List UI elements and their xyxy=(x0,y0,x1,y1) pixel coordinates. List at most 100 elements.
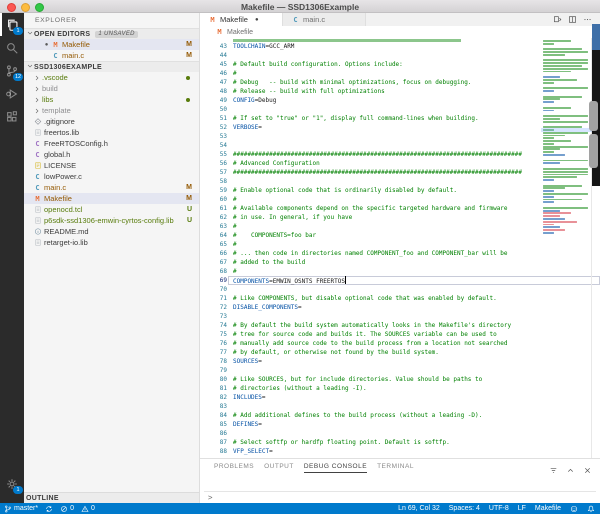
code-line-68[interactable]: 68 # xyxy=(200,267,600,276)
bell-icon[interactable] xyxy=(587,505,595,513)
code-line-57[interactable]: 57 ######################################… xyxy=(200,168,600,177)
tree-folder-build[interactable]: build xyxy=(24,83,199,94)
code-line-64[interactable]: 64 # COMPONENTS=foo bar xyxy=(200,231,600,240)
tab-main.c[interactable]: Cmain.c xyxy=(283,13,366,26)
code-line-82[interactable]: 82 INCLUDES= xyxy=(200,393,600,402)
code-line-88[interactable]: 88 VFP_SELECT= xyxy=(200,447,600,456)
code-line-59[interactable]: 59 # Enable optional code that is ordinar… xyxy=(200,186,600,195)
code-line-56[interactable]: 56 # Advanced Configuration xyxy=(200,159,600,168)
code-line-67[interactable]: 67 # added to the build xyxy=(200,258,600,267)
panel-tab-output[interactable]: OUTPUT xyxy=(264,463,294,473)
breadcrumb[interactable]: M Makefile xyxy=(200,26,600,38)
code-line-85[interactable]: 85 DEFINES= xyxy=(200,420,600,429)
activity-debug-button[interactable] xyxy=(0,82,24,105)
tab-Makefile[interactable]: M Makefile ● xyxy=(200,13,283,26)
panel-tab-terminal[interactable]: TERMINAL xyxy=(377,463,414,473)
chevup-icon[interactable] xyxy=(566,462,575,480)
open-editor-item-Makefile[interactable]: ● M Makefile M xyxy=(24,39,199,50)
code-editor[interactable]: 43 TOOLCHAIN=GCC_ARM 44 45 # Default build c… xyxy=(200,38,600,471)
tree-file-.gitignore[interactable]: .gitignore xyxy=(24,116,199,127)
code-line-74[interactable]: 74 # By default the build system automati… xyxy=(200,321,600,330)
activity-search-button[interactable] xyxy=(0,36,24,59)
code-line-75[interactable]: 75 # tree for source code and builds it. … xyxy=(200,330,600,339)
status-spaces[interactable]: Spaces: 4 xyxy=(449,505,480,512)
tree-file-Makefile[interactable]: M Makefile M xyxy=(24,193,199,204)
status-branch[interactable]: master* xyxy=(4,505,38,513)
code-line-65[interactable]: 65 # xyxy=(200,240,600,249)
activity-manage-button[interactable]: 1 xyxy=(0,472,24,495)
code-line-53[interactable]: 53 xyxy=(200,132,600,141)
code-line-78[interactable]: 78 SOURCES= xyxy=(200,357,600,366)
code-line-79[interactable]: 79 xyxy=(200,366,600,375)
code-line-58[interactable]: 58 xyxy=(200,177,600,186)
code-line-69[interactable]: 69 COMPONENTS=EMWIN_OSNTS FREERTOS xyxy=(200,276,600,285)
code-line-47[interactable]: 47 # Debug -- build with minimal optimiza… xyxy=(200,78,600,87)
open-editors-header[interactable]: OPEN EDITORS 1 UNSAVED xyxy=(24,28,199,39)
code-line-54[interactable]: 54 xyxy=(200,141,600,150)
code-line-66[interactable]: 66 # ... then code in directories named C… xyxy=(200,249,600,258)
code-line-80[interactable]: 80 # Like SOURCES, but for include direct… xyxy=(200,375,600,384)
code-line-55[interactable]: 55 ######################################… xyxy=(200,150,600,159)
tree-file-LICENSE[interactable]: LICENSE xyxy=(24,160,199,171)
tree-folder-template[interactable]: template xyxy=(24,105,199,116)
tree-file-FreeRTOSConfig.h[interactable]: C FreeRTOSConfig.h xyxy=(24,138,199,149)
status-utf-8[interactable]: UTF-8 xyxy=(489,505,509,512)
status-makefile[interactable]: Makefile xyxy=(535,505,561,512)
status-warn[interactable]: 0 xyxy=(81,505,95,513)
code-line-51[interactable]: 51 # If set to "true" or "1", display ful… xyxy=(200,114,600,123)
outline-header[interactable]: OUTLINE xyxy=(24,492,199,503)
code-line-44[interactable]: 44 xyxy=(200,51,600,60)
code-line-52[interactable]: 52 VERBOSE= xyxy=(200,123,600,132)
tree-file-retarget-io.lib[interactable]: retarget-io.lib xyxy=(24,237,199,248)
panel-tab-problems[interactable]: PROBLEMS xyxy=(214,463,254,473)
code-line-73[interactable]: 73 xyxy=(200,312,600,321)
code-line-83[interactable]: 83 xyxy=(200,402,600,411)
code-line-71[interactable]: 71 # Like COMPONENTS, but disable optiona… xyxy=(200,294,600,303)
code-line-63[interactable]: 63 # xyxy=(200,222,600,231)
code-line-87[interactable]: 87 # Select softfp or hardfp floating poi… xyxy=(200,438,600,447)
line-number: 62 xyxy=(219,214,227,221)
tree-file-freertos.lib[interactable]: freertos.lib xyxy=(24,127,199,138)
activity-explorer-button[interactable]: 1 xyxy=(0,13,24,36)
code-line-84[interactable]: 84 # Add additional defines to the build … xyxy=(200,411,600,420)
tree-folder-libs[interactable]: libs xyxy=(24,94,199,105)
open-editor-item-main.c[interactable]: Cmain.c M xyxy=(24,50,199,61)
code-line-50[interactable]: 50 xyxy=(200,105,600,114)
code-line-76[interactable]: 76 # manually add source code to the buil… xyxy=(200,339,600,348)
code-line-61[interactable]: 61 # Available components depend on the s… xyxy=(200,204,600,213)
activity-extensions-button[interactable] xyxy=(0,105,24,128)
code-line-60[interactable]: 60 # xyxy=(200,195,600,204)
smiley-icon[interactable] xyxy=(570,505,578,513)
tree-file-lowPower.c[interactable]: ClowPower.c xyxy=(24,171,199,182)
close-icon[interactable] xyxy=(583,462,592,480)
tree-file-global.h[interactable]: Cglobal.h xyxy=(24,149,199,160)
tree-file-p6sdk-ssd1306-emwin-cyrtos-config.lib[interactable]: p6sdk-ssd1306-emwin-cyrtos-config.lib U xyxy=(24,215,199,226)
tree-file-openocd.tcl[interactable]: openocd.tcl U xyxy=(24,204,199,215)
folder-section-header[interactable]: SSD1306EXAMPLE xyxy=(24,61,199,72)
code-line-43[interactable]: 43 TOOLCHAIN=GCC_ARM xyxy=(200,42,600,51)
panel-tab-debug-console[interactable]: DEBUG CONSOLE xyxy=(303,463,368,473)
filter-icon[interactable] xyxy=(549,462,558,480)
status-ln-69[interactable]: Ln 69, Col 32 xyxy=(398,505,440,512)
editor-scrollbar-track[interactable] xyxy=(591,38,592,471)
code-line-46[interactable]: 46 # xyxy=(200,69,600,78)
status-sync[interactable] xyxy=(45,505,53,513)
tree-file-README.md[interactable]: README.md xyxy=(24,226,199,237)
status-lf[interactable]: LF xyxy=(518,505,526,512)
folder-name: .vscode xyxy=(42,73,68,82)
minimap[interactable] xyxy=(541,40,592,235)
code-line-77[interactable]: 77 # by default, or otherwise not found b… xyxy=(200,348,600,357)
status-error[interactable]: 0 xyxy=(60,505,74,513)
code-line-62[interactable]: 62 # in use. In general, if you have xyxy=(200,213,600,222)
code-line-86[interactable]: 86 xyxy=(200,429,600,438)
code-line-48[interactable]: 48 # Release -- build with full optimizat… xyxy=(200,87,600,96)
debug-console-input[interactable]: > xyxy=(204,491,596,503)
tree-file-main.c[interactable]: Cmain.c M xyxy=(24,182,199,193)
code-line-81[interactable]: 81 # directories (without a leading -I). xyxy=(200,384,600,393)
code-line-49[interactable]: 49 CONFIG=Debug xyxy=(200,96,600,105)
tree-folder-.vscode[interactable]: .vscode xyxy=(24,72,199,83)
code-line-45[interactable]: 45 # Default build configuration. Options… xyxy=(200,60,600,69)
code-line-70[interactable]: 70 xyxy=(200,285,600,294)
activity-source-control-button[interactable]: 12 xyxy=(0,59,24,82)
code-line-72[interactable]: 72 DISABLE_COMPONENTS= xyxy=(200,303,600,312)
